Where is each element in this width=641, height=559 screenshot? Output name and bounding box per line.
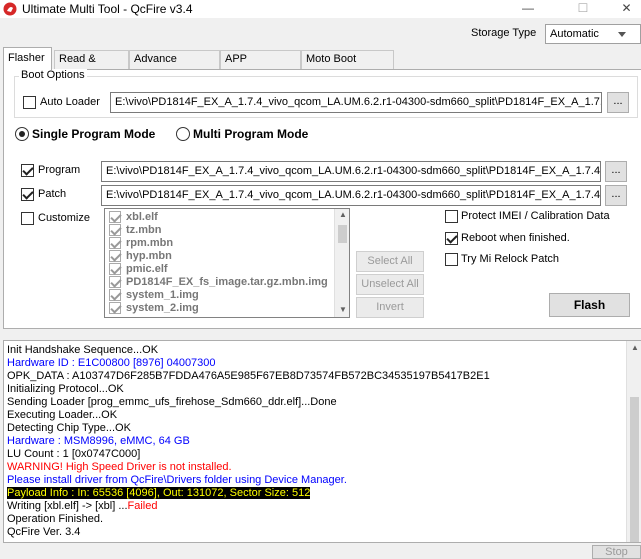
close-button[interactable]: ✕: [612, 0, 641, 18]
tab-advance-flasher[interactable]: Advance Flasher: [129, 50, 220, 82]
log-line: Operation Finished.: [7, 513, 103, 526]
program-label: Program: [38, 164, 81, 176]
customize-checkbox[interactable]: [21, 212, 34, 225]
log-line: Hardware ID : E1C00800 [8976] 04007300: [7, 357, 216, 370]
reboot-label: Reboot when finished.: [461, 232, 570, 244]
log-line-text: QcFire Ver. 3.4: [7, 526, 81, 538]
tab-moto-boot-repair[interactable]: Moto Boot Repair: [301, 50, 394, 82]
storage-type-value: Automatic: [550, 28, 599, 40]
log-line: Executing Loader...OK: [7, 409, 117, 422]
log-line-text: Executing Loader...OK: [7, 409, 118, 421]
window-title: Ultimate Multi Tool - QcFire v3.4: [22, 2, 193, 16]
multi-program-mode-radio[interactable]: [176, 127, 190, 141]
auto-loader-path-input[interactable]: E:\vivo\PD1814F_EX_A_1.7.4_vivo_qcom_LA.…: [110, 92, 602, 113]
list-scroll-thumb[interactable]: [338, 225, 347, 243]
log-line-text: LU Count : 1 [0x0747C000]: [7, 448, 141, 460]
boot-options-group: Boot Options Auto Loader E:\vivo\PD1814F…: [14, 69, 638, 118]
stop-button[interactable]: Stop: [592, 545, 641, 559]
log-line-text: Writing [xbl.elf] -> [xbl] ...: [7, 500, 128, 512]
log-status-failed: Failed: [127, 500, 158, 512]
app-logo-icon: [3, 2, 17, 16]
tab-app-converter[interactable]: APP Converter: [220, 50, 301, 82]
scroll-down-icon[interactable]: ▼: [335, 305, 349, 314]
title-bar: Ultimate Multi Tool - QcFire v3.4 — ☐ ✕: [0, 0, 641, 18]
log-line-text: Detecting Chip Type...OK: [7, 422, 131, 434]
auto-loader-label: Auto Loader: [40, 96, 100, 108]
tab-flasher[interactable]: Flasher: [3, 47, 52, 70]
log-scroll-thumb[interactable]: [630, 397, 639, 542]
log-line: WARNING! High Speed Driver is not instal…: [7, 461, 232, 474]
protect-imei-label: Protect IMEI / Calibration Data: [461, 210, 610, 222]
patch-checkbox[interactable]: [21, 188, 34, 201]
tab-read-tools[interactable]: Read & Tools: [54, 50, 129, 82]
log-line: Initializing Protocol...OK: [7, 383, 124, 396]
multi-program-mode-label: Multi Program Mode: [193, 127, 309, 141]
invert-button[interactable]: Invert: [356, 297, 424, 318]
maximize-button[interactable]: ☐: [560, 0, 606, 18]
log-line: LU Count : 1 [0x0747C000]: [7, 448, 140, 461]
patch-label: Patch: [38, 188, 67, 200]
patch-path-input[interactable]: E:\vivo\PD1814F_EX_A_1.7.4_vivo_qcom_LA.…: [101, 185, 601, 206]
patch-browse-button[interactable]: ...: [605, 185, 627, 206]
log-line-text: Initializing Protocol...OK: [7, 383, 124, 395]
mi-relock-checkbox[interactable]: [445, 253, 458, 266]
log-line: Init Handshake Sequence...OK: [7, 344, 158, 357]
log-line: QcFire Ver. 3.4: [7, 526, 80, 539]
single-program-mode-radio[interactable]: [15, 127, 29, 141]
auto-loader-browse-button[interactable]: ...: [607, 92, 629, 113]
scroll-up-icon[interactable]: ▲: [627, 343, 641, 352]
status-strip: [0, 543, 641, 552]
log-line: Hardware : MSM8996, eMMC, 64 GB: [7, 435, 190, 448]
log-line: Payload Info : In: 65536 [4096], Out: 13…: [7, 487, 311, 500]
log-line-text: Sending Loader [prog_emmc_ufs_firehose_S…: [7, 396, 337, 408]
protect-imei-checkbox[interactable]: [445, 210, 458, 223]
program-browse-button[interactable]: ...: [605, 161, 627, 182]
auto-loader-checkbox[interactable]: [23, 96, 36, 109]
single-program-mode-label: Single Program Mode: [32, 127, 156, 141]
storage-type-label: Storage Type: [471, 27, 537, 39]
unselect-all-button[interactable]: Unselect All: [356, 274, 424, 295]
log-line-text: Hardware : MSM8996, eMMC, 64 GB: [7, 435, 190, 447]
program-checkbox[interactable]: [21, 164, 34, 177]
select-all-button[interactable]: Select All: [356, 251, 424, 272]
log-line-text: Init Handshake Sequence...OK: [7, 344, 159, 356]
minimize-button[interactable]: —: [505, 0, 551, 18]
storage-type-select[interactable]: Automatic: [545, 24, 641, 44]
boot-options-label: Boot Options: [19, 69, 87, 81]
log-line-text: Operation Finished.: [7, 513, 103, 525]
log-line-text: Please install driver from QcFire\Driver…: [7, 474, 347, 486]
scroll-up-icon[interactable]: ▲: [335, 210, 349, 219]
log-line-text: Hardware ID : E1C00800 [8976] 04007300: [7, 357, 216, 369]
partition-file-list[interactable]: xbl.elf tz.mbn rpm.mbn hyp.mbn pmic.elf …: [104, 208, 350, 318]
chevron-down-icon: [618, 32, 626, 37]
log-line: OPK_DATA : A103747D6F285B7FDDA476A5E985F…: [7, 370, 490, 383]
log-line: Please install driver from QcFire\Driver…: [7, 474, 347, 487]
customize-label: Customize: [38, 212, 90, 224]
reboot-checkbox[interactable]: [445, 232, 458, 245]
log-line: Writing [xbl.elf] -> [xbl] ...Failed: [7, 500, 158, 513]
list-vertical-scrollbar[interactable]: ▲ ▼: [334, 209, 349, 317]
flasher-panel: Boot Options Auto Loader E:\vivo\PD1814F…: [3, 69, 641, 329]
flash-button[interactable]: Flash: [549, 293, 630, 317]
log-line: Sending Loader [prog_emmc_ufs_firehose_S…: [7, 396, 337, 409]
log-line: Detecting Chip Type...OK: [7, 422, 131, 435]
mi-relock-label: Try Mi Relock Patch: [461, 253, 560, 265]
log-output[interactable]: Init Handshake Sequence...OK Hardware ID …: [3, 340, 641, 543]
log-line-text: Payload Info : In: 65536 [4096], Out: 13…: [7, 487, 311, 499]
log-line-text: OPK_DATA : A103747D6F285B7FDDA476A5E985F…: [7, 370, 490, 382]
log-line-text: WARNING! High Speed Driver is not instal…: [7, 461, 232, 473]
program-path-input[interactable]: E:\vivo\PD1814F_EX_A_1.7.4_vivo_qcom_LA.…: [101, 161, 601, 182]
